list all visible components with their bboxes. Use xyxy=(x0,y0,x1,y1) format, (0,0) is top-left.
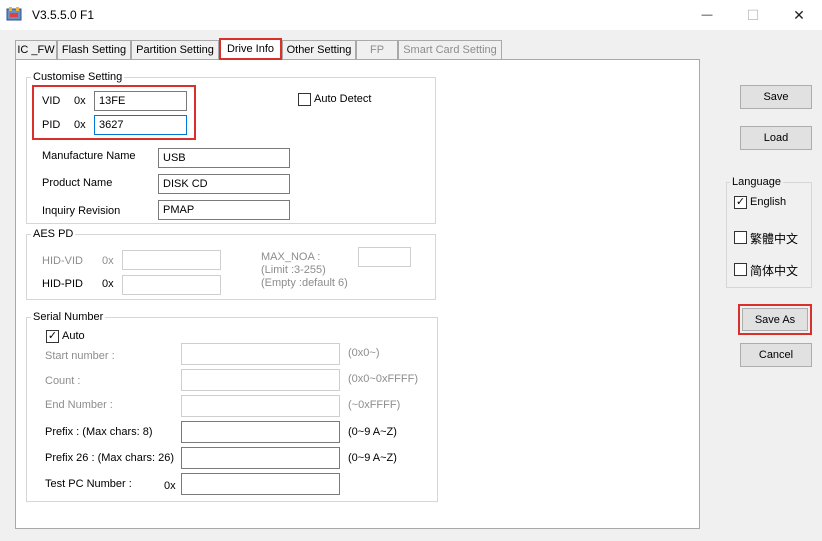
manufacture-name-input[interactable]: USB xyxy=(158,148,290,168)
hid-pid-prefix: 0x xyxy=(102,278,114,290)
tab-label: IC _FW xyxy=(17,44,55,56)
pid-label: PID xyxy=(42,119,61,131)
tab-label: Drive Info xyxy=(226,43,275,55)
auto-detect-label: Auto Detect xyxy=(314,93,372,105)
tab-label: Smart Card Setting xyxy=(403,44,497,56)
maximize-button[interactable]: ☐ xyxy=(730,0,776,30)
minimize-icon: — xyxy=(701,9,713,21)
prefix-label: Prefix : (Max chars: 8) xyxy=(45,426,153,438)
start-number-hint: (0x0~) xyxy=(348,347,380,359)
tab-smart-card-setting: Smart Card Setting xyxy=(398,40,502,59)
cancel-button-label: Cancel xyxy=(758,349,794,361)
prefix26-label: Prefix 26 : (Max chars: 26) xyxy=(45,452,174,464)
count-label: Count : xyxy=(45,375,81,387)
max-noa-limit: (Limit :3-255) xyxy=(261,264,326,276)
tab-other-setting[interactable]: Other Setting xyxy=(282,40,356,59)
start-number-label: Start number : xyxy=(45,350,115,362)
test-pc-number-label: Test PC Number : xyxy=(45,478,132,490)
hid-pid-input[interactable] xyxy=(122,275,221,295)
hid-vid-input[interactable] xyxy=(122,250,221,270)
product-name-input[interactable]: DISK CD xyxy=(158,174,290,194)
tab-drive-info[interactable]: Drive Info xyxy=(219,38,282,60)
app-icon xyxy=(6,6,22,22)
inquiry-revision-label: Inquiry Revision xyxy=(42,205,121,217)
save-button[interactable]: Save xyxy=(740,85,812,109)
count-input[interactable] xyxy=(181,369,340,391)
save-as-button-label: Save As xyxy=(754,313,796,326)
save-as-button[interactable]: Save As xyxy=(742,308,808,331)
tab-fp: FP xyxy=(356,40,398,59)
end-number-hint: (~0xFFFF) xyxy=(348,399,401,411)
end-number-input[interactable] xyxy=(181,395,340,417)
language-simplified-chinese-label: 简体中文 xyxy=(750,264,799,278)
load-button[interactable]: Load xyxy=(740,126,812,150)
check-icon: ✓ xyxy=(47,330,58,342)
tab-label: Partition Setting xyxy=(136,44,214,56)
max-noa-label: MAX_NOA : xyxy=(261,251,321,263)
save-button-label: Save xyxy=(763,91,789,103)
tab-partition-setting[interactable]: Partition Setting xyxy=(131,40,219,59)
count-hint: (0x0~0xFFFF) xyxy=(348,373,418,385)
serial-auto-label: Auto xyxy=(62,330,85,342)
check-icon: ✓ xyxy=(735,196,746,208)
test-pc-number-prefix: 0x xyxy=(164,480,176,492)
language-traditional-chinese-checkbox[interactable] xyxy=(734,231,747,244)
prefix-hint: (0~9 A~Z) xyxy=(348,426,397,438)
minimize-button[interactable]: — xyxy=(684,0,730,30)
prefix26-input[interactable] xyxy=(181,447,340,469)
tab-ic-fw[interactable]: IC _FW xyxy=(15,40,57,59)
pid-prefix: 0x xyxy=(74,119,86,131)
prefix-input[interactable] xyxy=(181,421,340,443)
tab-label: FP xyxy=(369,44,385,56)
cancel-button[interactable]: Cancel xyxy=(740,343,812,367)
vid-label: VID xyxy=(42,95,61,107)
vid-input[interactable]: 13FE xyxy=(94,91,187,111)
language-english-label: English xyxy=(750,196,787,208)
product-name-label: Product Name xyxy=(42,177,113,189)
auto-detect-checkbox[interactable] xyxy=(298,93,311,106)
pid-input[interactable]: 3627 xyxy=(94,115,187,135)
language-simplified-chinese-checkbox[interactable] xyxy=(734,263,747,276)
language-legend: Language xyxy=(730,176,783,188)
language-traditional-chinese-label: 繁體中文 xyxy=(750,232,799,246)
serial-number-legend: Serial Number xyxy=(31,311,106,323)
language-english-checkbox[interactable]: ✓ xyxy=(734,196,747,209)
tab-label: Other Setting xyxy=(286,44,352,56)
inquiry-revision-input[interactable]: PMAP xyxy=(158,200,290,220)
prefix26-hint: (0~9 A~Z) xyxy=(348,452,397,464)
hid-vid-prefix: 0x xyxy=(102,255,114,267)
maximize-icon: ☐ xyxy=(746,6,760,23)
tab-flash-setting[interactable]: Flash Setting xyxy=(57,40,131,59)
vid-prefix: 0x xyxy=(74,95,86,107)
max-noa-empty-hint: (Empty :default 6) xyxy=(261,277,348,289)
window-title: V3.5.5.0 F1 xyxy=(32,8,95,22)
aes-pd-group xyxy=(26,234,436,300)
max-noa-input[interactable] xyxy=(358,247,411,267)
hid-pid-label: HID-PID xyxy=(42,278,83,290)
test-pc-number-input[interactable] xyxy=(181,473,340,495)
tab-label: Flash Setting xyxy=(61,44,127,56)
aes-pd-legend: AES PD xyxy=(31,228,76,240)
load-button-label: Load xyxy=(763,132,789,144)
start-number-input[interactable] xyxy=(181,343,340,365)
end-number-label: End Number : xyxy=(45,399,113,411)
serial-auto-checkbox[interactable]: ✓ xyxy=(46,330,59,343)
hid-vid-label: HID-VID xyxy=(42,255,83,267)
customise-setting-legend: Customise Setting xyxy=(31,71,125,83)
close-button[interactable]: ✕ xyxy=(776,0,822,30)
manufacture-name-label: Manufacture Name xyxy=(42,150,136,162)
close-icon: ✕ xyxy=(793,6,805,23)
